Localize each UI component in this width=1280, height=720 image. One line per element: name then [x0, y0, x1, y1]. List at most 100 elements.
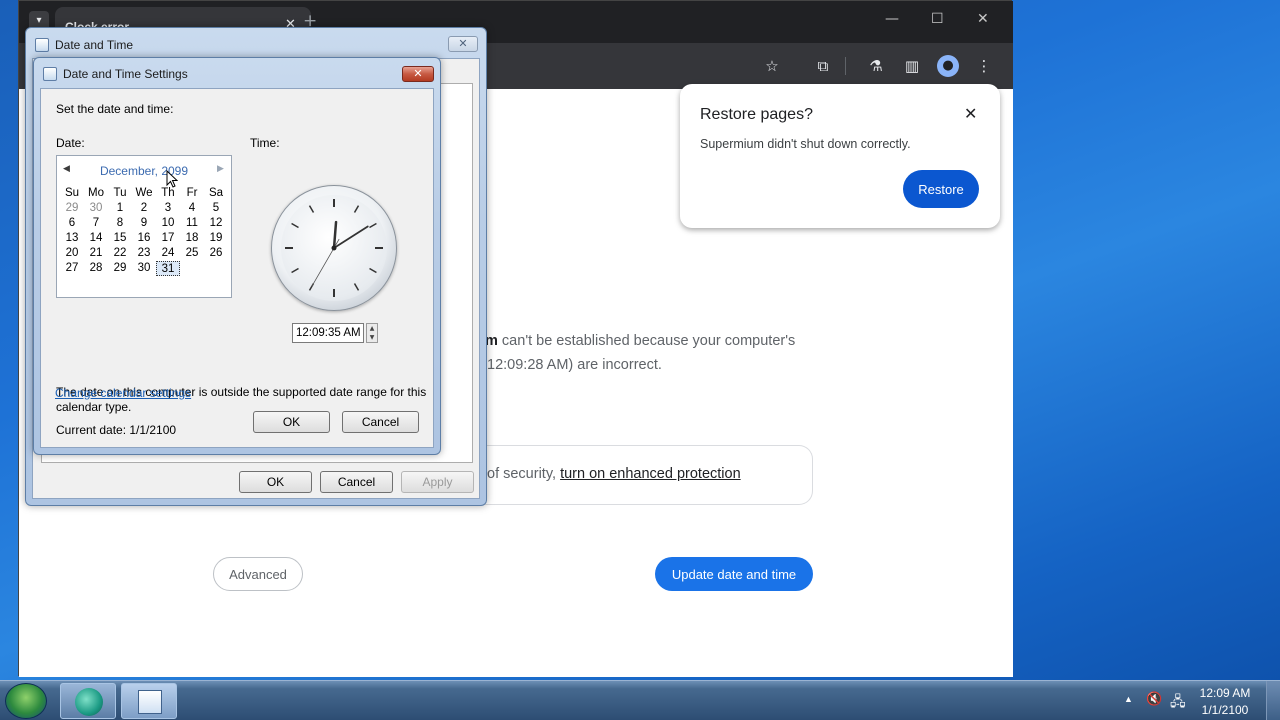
time-label: Time: — [250, 136, 280, 150]
date-time-settings-dialog: Date and Time Settings ✕ Set the date an… — [33, 57, 441, 455]
security-prefix: of security, — [487, 466, 561, 482]
sidepanel-icon[interactable]: ▥ — [901, 55, 923, 77]
error-line-2: 12:09:28 AM) are incorrect. — [487, 357, 662, 373]
calendar-icon — [35, 38, 49, 52]
settings-cancel-button[interactable]: Cancel — [342, 411, 419, 433]
week-row: 13 14 15 16 17 18 19 — [60, 231, 228, 246]
taskbar-browser-app[interactable] — [60, 683, 116, 719]
menu-icon[interactable]: ⋮ — [973, 55, 995, 77]
settings-title: Date and Time Settings — [63, 67, 188, 81]
labs-icon[interactable]: ⚗ — [865, 55, 887, 77]
calendar-day[interactable]: 14 — [84, 231, 108, 246]
advanced-button[interactable]: Advanced — [213, 557, 303, 591]
profile-icon[interactable]: ● — [937, 55, 959, 77]
minimize-button[interactable]: — — [885, 11, 899, 27]
taskbar-datetime-app[interactable] — [121, 683, 177, 719]
week-row: 20 21 22 23 24 25 26 — [60, 246, 228, 261]
clock-center — [331, 245, 337, 251]
error-line-1-rest: can't be established because your comput… — [497, 333, 796, 349]
calendar-day[interactable]: 20 — [60, 246, 84, 261]
restore-close-icon[interactable]: ✕ — [964, 104, 977, 124]
time-field[interactable]: 12:09:35 AM — [292, 323, 364, 343]
date-time-cancel-button[interactable]: Cancel — [320, 471, 393, 493]
calendar-next-icon[interactable]: ▶ — [217, 164, 224, 174]
calendar-day[interactable]: 27 — [60, 261, 84, 276]
settings-close-icon[interactable]: ✕ — [402, 66, 434, 82]
maximize-button[interactable]: ☐ — [931, 11, 944, 27]
calendar-day[interactable]: 29 — [108, 261, 132, 276]
clock-hour-hand — [332, 220, 338, 250]
calendar-day[interactable]: 7 — [84, 216, 108, 231]
star-icon[interactable]: ☆ — [761, 55, 783, 77]
calendar-day[interactable]: 3 — [156, 201, 180, 216]
calendar-day[interactable]: 17 — [156, 231, 180, 246]
current-date: Current date: 1/1/2100 — [56, 423, 177, 437]
weekday-row: Su Mo Tu We Th Fr Sa — [60, 186, 228, 201]
extensions-icon[interactable]: ⧉ — [812, 55, 834, 77]
calendar-day[interactable]: 25 — [180, 246, 204, 261]
calendar-day[interactable]: 11 — [180, 216, 204, 231]
calendar-day[interactable]: 26 — [204, 246, 228, 261]
clock-tick — [369, 222, 377, 229]
clock-date[interactable]: 1/1/2100 — [1196, 703, 1254, 717]
time-spinner[interactable]: ▲ ▼ — [366, 323, 378, 343]
clock-time[interactable]: 12:09 AM — [1196, 686, 1254, 700]
calendar-day[interactable]: 2 — [132, 201, 156, 216]
calendar-day[interactable]: 18 — [180, 231, 204, 246]
weekday-label: Su — [64, 187, 80, 199]
network-icon[interactable]: 🖧 — [1170, 691, 1186, 715]
date-time-title: Date and Time — [55, 38, 134, 52]
enhanced-protection-link[interactable]: turn on enhanced protection — [560, 466, 741, 482]
calendar-day[interactable]: 8 — [108, 216, 132, 231]
calendar-day[interactable]: 21 — [84, 246, 108, 261]
week-row: 29 30 1 2 3 4 5 — [60, 201, 228, 216]
clock-tick — [291, 267, 299, 274]
mouse-cursor-icon — [166, 170, 178, 188]
show-desktop-button[interactable] — [1266, 681, 1280, 720]
calendar-day[interactable]: 6 — [60, 216, 84, 231]
calendar-day[interactable]: 5 — [204, 201, 228, 216]
week-row: 6 7 8 9 10 11 12 — [60, 216, 228, 231]
calendar-day[interactable]: 16 — [132, 231, 156, 246]
date-label: Date: — [56, 136, 85, 150]
calendar-day[interactable]: 29 — [60, 201, 84, 216]
settings-intro: Set the date and time: — [56, 102, 174, 116]
calendar-day[interactable] — [180, 261, 204, 276]
calendar-day[interactable]: 13 — [60, 231, 84, 246]
calendar-day[interactable] — [204, 261, 228, 276]
clock-tick — [308, 205, 315, 213]
weekday-label: Th — [161, 187, 175, 199]
calendar-day[interactable]: 10 — [156, 216, 180, 231]
show-hidden-icon[interactable]: ▲ — [1124, 694, 1133, 704]
date-time-close-icon[interactable]: ✕ — [448, 36, 478, 52]
calendar-day[interactable]: 22 — [108, 246, 132, 261]
calendar-day[interactable]: 15 — [108, 231, 132, 246]
update-date-time-button[interactable]: Update date and time — [655, 557, 813, 591]
start-button[interactable] — [5, 683, 47, 719]
clock-hands — [285, 199, 383, 297]
calendar-day[interactable]: 19 — [204, 231, 228, 246]
calendar-day[interactable]: 4 — [180, 201, 204, 216]
clock-tick — [353, 205, 360, 213]
date-time-ok-button[interactable]: OK — [239, 471, 312, 493]
calendar-day-selected[interactable]: 31 — [156, 261, 180, 276]
calendar-month[interactable]: December, 2099 — [57, 164, 231, 178]
weekday-label: Fr — [186, 187, 198, 199]
calendar-day[interactable]: 23 — [132, 246, 156, 261]
calendar-day[interactable]: 1 — [108, 201, 132, 216]
date-time-apply-button[interactable]: Apply — [401, 471, 474, 493]
calendar-day[interactable]: 9 — [132, 216, 156, 231]
restore-button[interactable]: Restore — [903, 170, 979, 208]
settings-ok-button[interactable]: OK — [253, 411, 330, 433]
clock-tick — [353, 283, 360, 291]
restore-pages-popup: Restore pages? Supermium didn't shut dow… — [680, 84, 1000, 228]
taskbar: ▲ 🔇 🖧 12:09 AM 1/1/2100 — [0, 680, 1280, 720]
calendar-day[interactable]: 28 — [84, 261, 108, 276]
volume-muted-icon[interactable]: 🔇 — [1146, 691, 1162, 707]
change-calendar-settings-link[interactable]: Change calendar settings — [55, 386, 191, 400]
close-window-button[interactable]: ✕ — [977, 11, 989, 27]
calendar-day[interactable]: 24 — [156, 246, 180, 261]
calendar-day[interactable]: 12 — [204, 216, 228, 231]
calendar-day[interactable]: 30 — [132, 261, 156, 276]
calendar-day[interactable]: 30 — [84, 201, 108, 216]
